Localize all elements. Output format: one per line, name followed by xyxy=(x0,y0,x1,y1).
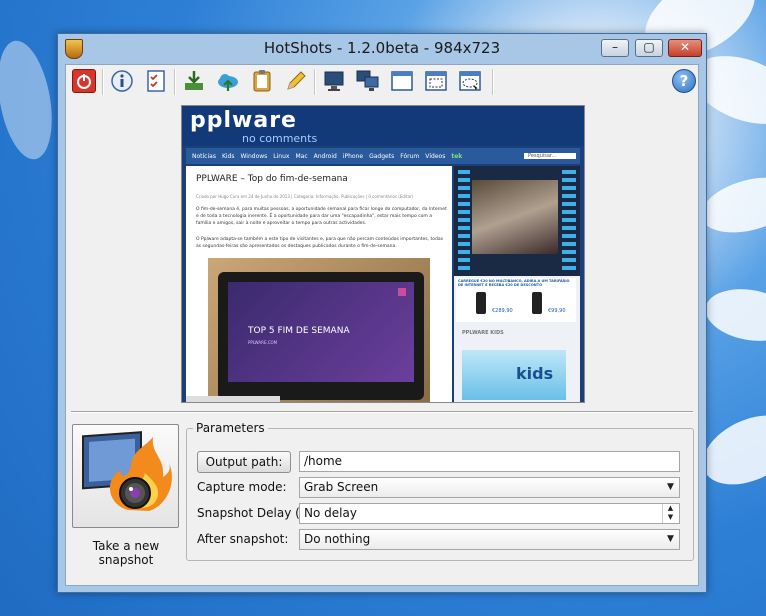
screen-icon[interactable] xyxy=(322,69,346,93)
help-icon[interactable]: ? xyxy=(672,69,696,93)
kids-heading: PPLWARE KIDS xyxy=(462,330,504,336)
power-icon[interactable] xyxy=(72,69,96,93)
region-icon[interactable] xyxy=(424,69,448,93)
maximize-button[interactable]: ▢ xyxy=(635,39,663,57)
nav-item[interactable]: Notícias xyxy=(192,153,216,160)
window-icon[interactable] xyxy=(390,69,414,93)
nav-item[interactable]: Windows xyxy=(241,153,268,160)
site-nav: Notícias Kids Windows Linux Mac Android … xyxy=(186,148,580,164)
chevron-down-icon: ▼ xyxy=(667,482,674,492)
edit-icon[interactable] xyxy=(284,69,308,93)
sidebar-banner xyxy=(454,166,580,276)
multi-screen-icon[interactable] xyxy=(356,69,380,93)
upload-icon[interactable] xyxy=(216,69,240,93)
snapshot-delay-value: No delay xyxy=(304,506,357,520)
post-title[interactable]: PPLWARE – Top do fim-de-semana xyxy=(196,174,348,184)
output-path-input[interactable]: /home xyxy=(299,451,680,472)
toolbar-separator xyxy=(102,69,104,95)
sidebar-ad[interactable]: CARREGUE €20 NO MULTIBANCO, ADIRA A UM T… xyxy=(456,278,576,322)
toolbar-separator xyxy=(174,69,176,95)
tablet-text: TOP 5 FIM DE SEMANA xyxy=(248,326,350,336)
close-button[interactable]: ✕ xyxy=(668,39,702,57)
save-icon[interactable] xyxy=(182,69,206,93)
nav-item[interactable]: Fórum xyxy=(400,153,419,160)
ad-price: €289,90 xyxy=(492,308,513,314)
tablet-tile xyxy=(398,288,406,296)
post-image: TOP 5 FIM DE SEMANA PPLWARE.COM xyxy=(208,258,430,402)
ad-text: CARREGUE €20 NO MULTIBANCO, ADIRA A UM T… xyxy=(458,279,570,287)
site-header: pplware no comments xyxy=(182,106,584,146)
minimize-button[interactable]: – xyxy=(601,39,629,57)
banner-pattern xyxy=(562,170,576,270)
banner-pattern xyxy=(458,170,470,270)
banner-photo xyxy=(472,180,558,254)
scroll-indicator xyxy=(186,396,280,402)
chevron-down-icon: ▼ xyxy=(667,534,674,544)
take-snapshot-button[interactable] xyxy=(72,424,179,528)
nav-item[interactable]: Mac xyxy=(295,153,307,160)
capture-mode-label: Capture mode: xyxy=(197,480,287,494)
phone-image xyxy=(476,292,486,314)
tablet-screen: TOP 5 FIM DE SEMANA PPLWARE.COM xyxy=(228,282,414,382)
article: PPLWARE – Top do fim-de-semana Criado po… xyxy=(186,166,452,402)
toolbar: ? xyxy=(66,65,698,99)
snapshot-delay-spinbox[interactable]: No delay ▲ ▼ xyxy=(299,503,680,524)
after-snapshot-select[interactable]: Do nothing ▼ xyxy=(299,529,680,550)
toolbar-separator xyxy=(314,69,316,95)
wallpaper-petal xyxy=(701,282,766,348)
main-panel: ? pplware no comments Notícias Kids Wind… xyxy=(65,64,699,586)
snapshot-icon xyxy=(82,431,172,511)
spin-arrows-icon[interactable]: ▲ ▼ xyxy=(662,504,678,523)
site-search-input[interactable]: Pesquisar... xyxy=(524,153,576,159)
parameters-legend: Parameters xyxy=(196,421,265,435)
wallpaper-petal xyxy=(0,36,61,164)
toolbar-separator xyxy=(492,69,494,95)
title-bar[interactable]: HotShots - 1.2.0beta - 984x723 – ▢ ✕ xyxy=(58,34,706,62)
post-text: O fim-de-semana é, para muitas pessoas, … xyxy=(196,207,447,226)
site-tagline: no comments xyxy=(242,132,318,145)
screenshot-preview[interactable]: pplware no comments Notícias Kids Window… xyxy=(181,105,585,403)
tablet-frame: TOP 5 FIM DE SEMANA PPLWARE.COM xyxy=(218,272,424,400)
nav-item[interactable]: Linux xyxy=(273,153,289,160)
capture-mode-select[interactable]: Grab Screen ▼ xyxy=(299,477,680,498)
checklist-icon[interactable] xyxy=(144,69,168,93)
ad-price: €99,90 xyxy=(548,308,566,314)
output-path-button[interactable]: Output path: xyxy=(197,451,291,473)
nav-item[interactable]: iPhone xyxy=(343,153,363,160)
divider xyxy=(71,411,693,413)
freehand-icon[interactable] xyxy=(458,69,482,93)
kids-banner[interactable]: kids xyxy=(462,350,566,400)
phone-image xyxy=(532,292,542,314)
post-text: O Pplware adapta-se também a este tipo d… xyxy=(196,237,443,249)
site-sidebar: CARREGUE €20 NO MULTIBANCO, ADIRA A UM T… xyxy=(454,166,580,402)
capture-mode-value: Grab Screen xyxy=(304,480,379,494)
site-logo: pplware xyxy=(190,108,297,133)
nav-item[interactable]: tek xyxy=(451,153,462,160)
take-snapshot-label: Take a new snapshot xyxy=(92,539,160,567)
post-meta: Criado por Hugo Cura em 24 de Junho de 2… xyxy=(196,194,414,199)
tablet-subtext: PPLWARE.COM xyxy=(248,340,278,345)
info-icon[interactable] xyxy=(110,69,134,93)
nav-item[interactable]: Gadgets xyxy=(369,153,394,160)
kids-logo: kids xyxy=(516,364,554,383)
snapshot-delay-label: Snapshot Delay (s): xyxy=(197,506,315,520)
nav-item[interactable]: Kids xyxy=(222,153,235,160)
nav-item[interactable]: Vídeos xyxy=(425,153,445,160)
nav-item[interactable]: Android xyxy=(314,153,337,160)
after-snapshot-label: After snapshot: xyxy=(197,532,289,546)
hotshots-window: HotShots - 1.2.0beta - 984x723 – ▢ ✕ ? p… xyxy=(57,33,707,593)
clipboard-icon[interactable] xyxy=(250,69,274,93)
preview-area[interactable]: pplware no comments Notícias Kids Window… xyxy=(66,99,698,440)
after-snapshot-value: Do nothing xyxy=(304,532,371,546)
